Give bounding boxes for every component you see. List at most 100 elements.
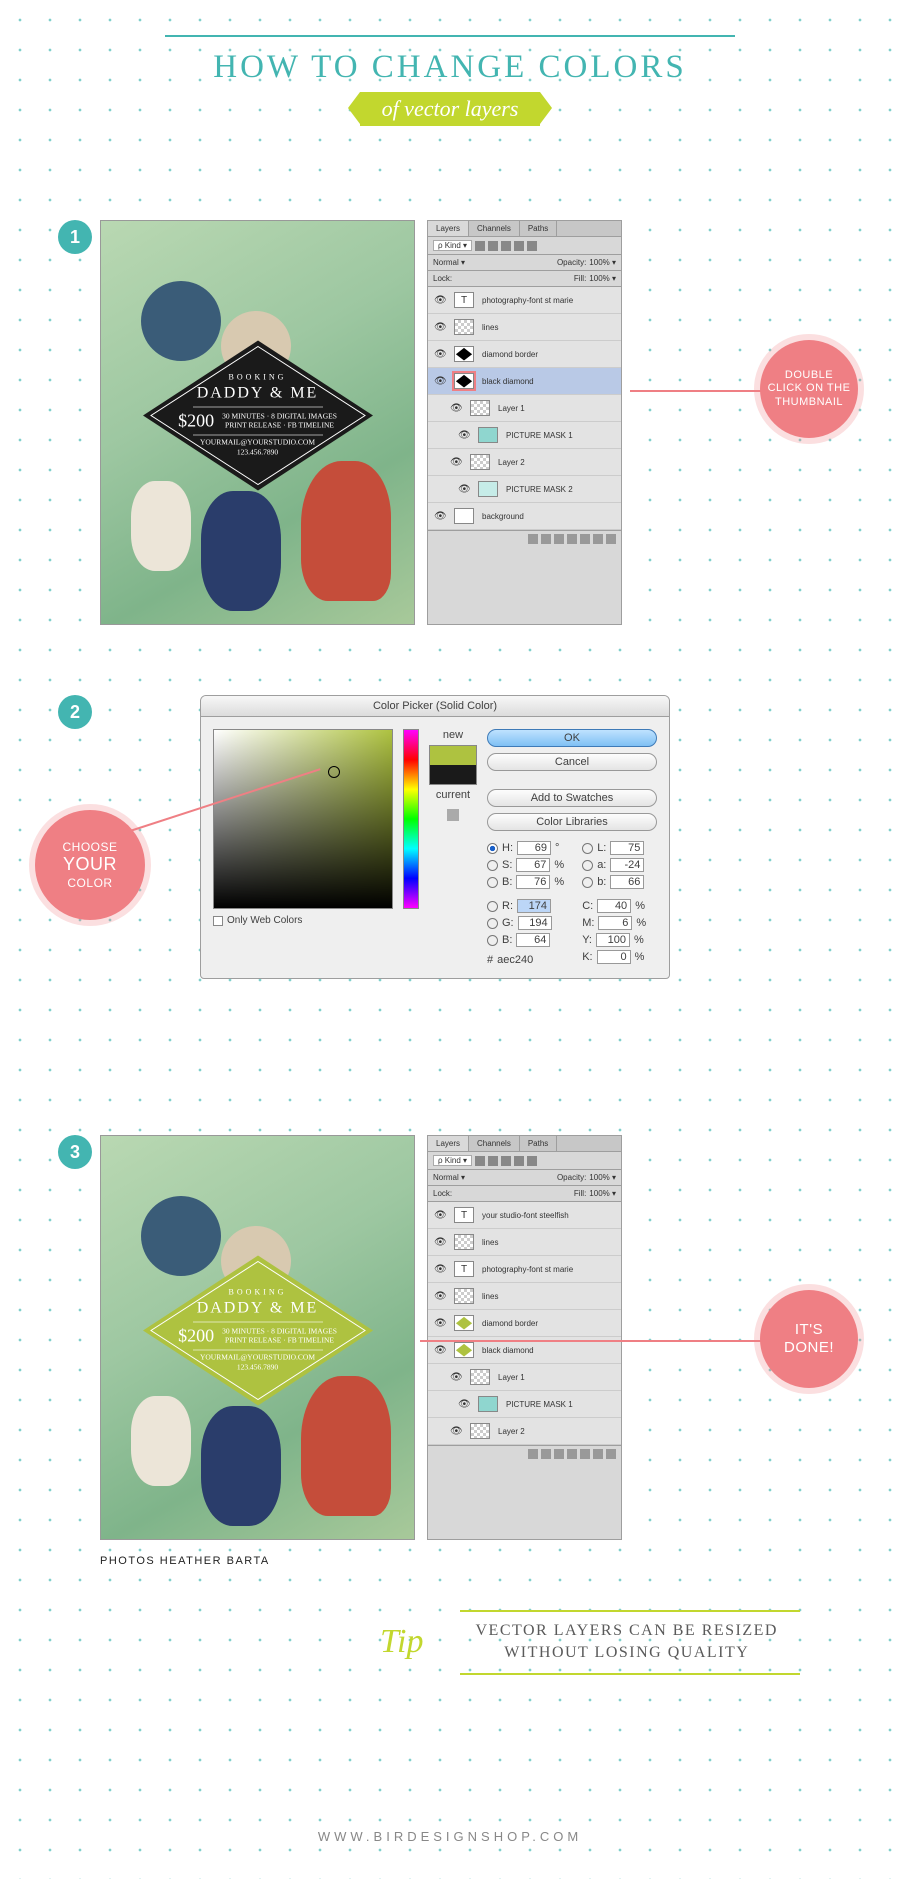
link-icon[interactable] — [528, 534, 538, 544]
visibility-icon[interactable]: 👁 — [450, 403, 462, 414]
group-icon[interactable] — [580, 534, 590, 544]
layer-row[interactable]: 👁Tphotography-font st marie — [428, 1256, 621, 1283]
layer-row[interactable]: 👁Tphotography-font st marie — [428, 287, 621, 314]
link-icon[interactable] — [528, 1449, 538, 1459]
trash-icon[interactable] — [606, 1449, 616, 1459]
layer-row[interactable]: 👁black diamond — [428, 368, 621, 395]
input-c[interactable]: 40 — [597, 899, 631, 913]
radio-b2[interactable] — [487, 935, 498, 946]
visibility-icon[interactable]: 👁 — [434, 322, 446, 333]
radio-r[interactable] — [487, 901, 498, 912]
radio-l[interactable] — [582, 843, 593, 854]
color-cursor[interactable] — [328, 766, 340, 778]
add-to-swatches-button[interactable]: Add to Swatches — [487, 789, 657, 807]
layer-row[interactable]: 👁PICTURE MASK 1 — [428, 422, 621, 449]
tab-layers[interactable]: Layers — [428, 1136, 469, 1151]
filter-shape-icon[interactable] — [514, 241, 524, 251]
layer-row[interactable]: 👁PICTURE MASK 2 — [428, 476, 621, 503]
input-s[interactable]: 67 — [516, 858, 550, 872]
mask-icon[interactable] — [554, 534, 564, 544]
tab-layers[interactable]: Layers — [428, 221, 469, 236]
layer-row[interactable]: 👁Layer 1 — [428, 1364, 621, 1391]
shape-thumb-icon[interactable] — [454, 346, 474, 362]
layer-row[interactable]: 👁lines — [428, 314, 621, 341]
group-icon[interactable] — [580, 1449, 590, 1459]
radio-bb[interactable] — [582, 877, 593, 888]
layer-row[interactable]: 👁diamond border — [428, 1310, 621, 1337]
tab-paths[interactable]: Paths — [520, 1136, 557, 1151]
input-b2[interactable]: 64 — [516, 933, 550, 947]
mask-icon[interactable] — [554, 1449, 564, 1459]
input-y[interactable]: 100 — [596, 933, 630, 947]
input-a[interactable]: -24 — [610, 858, 644, 872]
layer-row[interactable]: 👁background — [428, 503, 621, 530]
input-g[interactable]: 194 — [518, 916, 552, 930]
visibility-icon[interactable]: 👁 — [458, 484, 470, 495]
new-layer-icon[interactable] — [593, 1449, 603, 1459]
visibility-icon[interactable]: 👁 — [450, 1426, 462, 1437]
visibility-icon[interactable]: 👁 — [434, 376, 446, 387]
trash-icon[interactable] — [606, 534, 616, 544]
filter-smart-icon[interactable] — [527, 241, 537, 251]
color-field[interactable] — [213, 729, 393, 909]
radio-s[interactable] — [487, 860, 498, 871]
visibility-icon[interactable]: 👁 — [434, 1210, 446, 1221]
visibility-icon[interactable]: 👁 — [434, 349, 446, 360]
layer-row[interactable]: 👁PICTURE MASK 1 — [428, 1391, 621, 1418]
filter-smart-icon[interactable] — [527, 1156, 537, 1166]
radio-a[interactable] — [582, 860, 593, 871]
visibility-icon[interactable]: 👁 — [434, 1264, 446, 1275]
input-bb[interactable]: 66 — [610, 875, 644, 889]
visibility-icon[interactable]: 👁 — [450, 1372, 462, 1383]
fill-input[interactable]: 100% ▾ — [589, 274, 616, 283]
shape-thumb-icon[interactable] — [454, 1315, 474, 1331]
input-r[interactable]: 174 — [517, 899, 551, 913]
visibility-icon[interactable]: 👁 — [458, 430, 470, 441]
visibility-icon[interactable]: 👁 — [450, 457, 462, 468]
ok-button[interactable]: OK — [487, 729, 657, 747]
visibility-icon[interactable]: 👁 — [434, 1345, 446, 1356]
filter-type-icon[interactable] — [501, 241, 511, 251]
tab-paths[interactable]: Paths — [520, 221, 557, 236]
layer-row[interactable]: 👁lines — [428, 1229, 621, 1256]
radio-g[interactable] — [487, 918, 498, 929]
filter-type-icon[interactable] — [501, 1156, 511, 1166]
radio-h[interactable] — [487, 843, 498, 854]
input-h[interactable]: 69 — [517, 841, 551, 855]
layer-row[interactable]: 👁Layer 2 — [428, 449, 621, 476]
filter-pixel-icon[interactable] — [475, 1156, 485, 1166]
opacity-input[interactable]: 100% ▾ — [589, 1173, 616, 1182]
input-k[interactable]: 0 — [597, 950, 631, 964]
cancel-button[interactable]: Cancel — [487, 753, 657, 771]
fill-input[interactable]: 100% ▾ — [589, 1189, 616, 1198]
opacity-input[interactable]: 100% ▾ — [589, 258, 616, 267]
layer-row[interactable]: 👁diamond border — [428, 341, 621, 368]
tab-channels[interactable]: Channels — [469, 1136, 520, 1151]
shape-thumb-icon[interactable] — [454, 1342, 474, 1358]
blend-mode-select[interactable]: Normal ▾ — [433, 258, 554, 267]
visibility-icon[interactable]: 👁 — [434, 1291, 446, 1302]
filter-pixel-icon[interactable] — [475, 241, 485, 251]
adjustment-icon[interactable] — [567, 534, 577, 544]
visibility-icon[interactable]: 👁 — [434, 295, 446, 306]
shape-thumb-icon[interactable] — [454, 373, 474, 389]
filter-shape-icon[interactable] — [514, 1156, 524, 1166]
tab-channels[interactable]: Channels — [469, 221, 520, 236]
input-l[interactable]: 75 — [610, 841, 644, 855]
layer-row[interactable]: 👁lines — [428, 1283, 621, 1310]
filter-adjust-icon[interactable] — [488, 241, 498, 251]
radio-b[interactable] — [487, 877, 498, 888]
visibility-icon[interactable]: 👁 — [434, 1237, 446, 1248]
filter-adjust-icon[interactable] — [488, 1156, 498, 1166]
only-web-colors[interactable]: Only Web Colors — [213, 915, 393, 926]
hue-slider[interactable] — [403, 729, 419, 909]
new-layer-icon[interactable] — [593, 534, 603, 544]
input-hex[interactable]: aec240 — [497, 954, 533, 966]
fx-icon[interactable] — [541, 1449, 551, 1459]
layer-row[interactable]: 👁Layer 2 — [428, 1418, 621, 1445]
layer-row[interactable]: 👁Tyour studio-font steelfish — [428, 1202, 621, 1229]
visibility-icon[interactable]: 👁 — [434, 511, 446, 522]
color-libraries-button[interactable]: Color Libraries — [487, 813, 657, 831]
blend-mode-select[interactable]: Normal ▾ — [433, 1173, 554, 1182]
layer-row[interactable]: 👁Layer 1 — [428, 395, 621, 422]
